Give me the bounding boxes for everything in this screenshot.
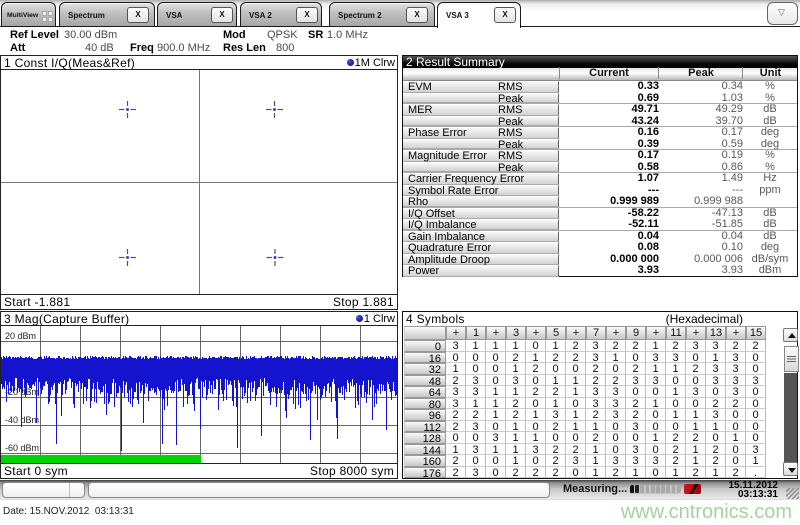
- svg-text:-40 dBm: -40 dBm: [5, 415, 39, 425]
- svg-text:-60 dBm: -60 dBm: [5, 443, 39, 453]
- svg-text:20 dBm: 20 dBm: [5, 331, 36, 341]
